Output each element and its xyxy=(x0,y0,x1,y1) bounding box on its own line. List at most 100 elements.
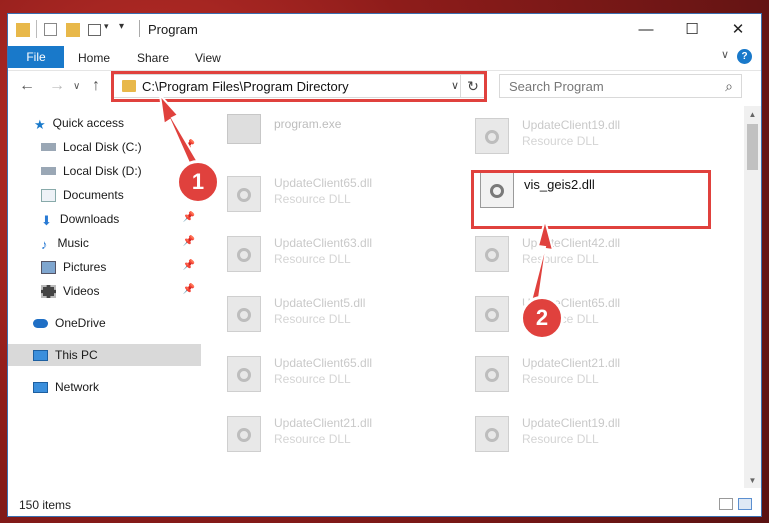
new-folder-icon[interactable] xyxy=(66,23,80,37)
sidebar-item-quick-access[interactable]: ★ Quick access xyxy=(8,112,201,134)
star-icon: ★ xyxy=(34,116,46,132)
file-item[interactable]: program.exe xyxy=(207,108,437,158)
forward-button[interactable]: → xyxy=(49,77,65,95)
sidebar-item-videos[interactable]: Videos 📌 xyxy=(8,280,201,302)
file-name: UpdateClient42.dll xyxy=(522,236,621,250)
file-item[interactable]: UpdateClient21.dll Resource DLL xyxy=(455,346,685,396)
file-type: Resource DLL xyxy=(522,432,599,446)
sidebar-item-local-d[interactable]: Local Disk (D:) 📌 xyxy=(8,160,201,182)
file-name: UpdateClient21.dll xyxy=(522,356,621,370)
status-bar: 150 items xyxy=(8,492,761,516)
step-badge-2: 2 xyxy=(520,296,564,340)
file-type: Resource DLL xyxy=(274,372,351,386)
file-type: Resource DLL xyxy=(274,312,351,326)
qa-separator xyxy=(36,20,37,38)
sidebar-item-onedrive[interactable]: OneDrive xyxy=(8,312,201,334)
sidebar-item-this-pc[interactable]: This PC xyxy=(8,344,201,366)
search-icon: ⌕ xyxy=(725,78,733,94)
scroll-down-arrow-icon[interactable]: ▼ xyxy=(744,472,761,488)
sidebar-item-local-c[interactable]: Local Disk (C:) 📌 xyxy=(8,136,201,158)
download-arrow-icon: ⬇ xyxy=(41,212,52,228)
minimize-button[interactable]: — xyxy=(623,14,669,44)
search-input[interactable]: Search Program xyxy=(509,79,604,94)
file-item[interactable]: UpdateClient65.dll Resource DLL xyxy=(207,166,437,216)
sidebar-item-label: Quick access xyxy=(52,116,125,130)
file-name: UpdateClient19.dll xyxy=(522,118,621,132)
file-item[interactable]: UpdateClient42.dll Resource DLL xyxy=(455,226,685,276)
ribbon-tabs: File Home Share View ∨ ? xyxy=(8,44,761,69)
scroll-up-arrow-icon[interactable]: ▲ xyxy=(744,106,761,122)
sidebar-item-label: Downloads xyxy=(59,212,120,226)
dll-gear-icon xyxy=(475,236,509,272)
file-item[interactable]: UpdateClient19.dll Resource DLL xyxy=(455,108,685,158)
sidebar-item-downloads[interactable]: ⬇ Downloads 📌 xyxy=(8,208,201,230)
view-options-icon[interactable] xyxy=(88,24,101,36)
drive-icon xyxy=(41,167,56,175)
ribbon-collapse-icon[interactable]: ∨ xyxy=(721,48,729,61)
sidebar-item-documents[interactable]: Documents 📌 xyxy=(8,184,201,206)
sidebar-item-label: Music xyxy=(57,236,89,250)
address-highlight-box xyxy=(111,71,487,102)
folder-icon xyxy=(16,23,30,37)
file-type: Resource DLL xyxy=(522,252,599,266)
file-name: UpdateClient63.dll xyxy=(274,236,373,250)
back-button[interactable]: ← xyxy=(19,77,35,95)
help-icon[interactable]: ? xyxy=(737,49,752,64)
file-name: UpdateClient19.dll xyxy=(522,416,621,430)
drive-icon xyxy=(41,143,56,151)
sidebar-item-pictures[interactable]: Pictures 📌 xyxy=(8,256,201,278)
item-count: 150 items xyxy=(19,498,72,512)
close-button[interactable]: ✕ xyxy=(715,14,761,44)
tab-home[interactable]: Home xyxy=(78,51,110,65)
dll-gear-icon xyxy=(475,356,509,392)
navigation-pane: ★ Quick access Local Disk (C:) 📌 Local D… xyxy=(8,106,201,488)
sidebar-item-network[interactable]: Network xyxy=(8,376,201,398)
scrollbar-thumb[interactable] xyxy=(747,124,758,170)
cloud-icon xyxy=(33,318,48,328)
sidebar-item-music[interactable]: ♪ Music 📌 xyxy=(8,232,201,254)
dll-gear-icon xyxy=(475,296,509,332)
properties-icon[interactable] xyxy=(44,23,57,36)
file-item[interactable]: UpdateClient65.dll Resource DLL xyxy=(207,346,437,396)
file-type: Resource DLL xyxy=(274,192,351,206)
dll-gear-icon xyxy=(227,236,261,272)
file-item[interactable]: UpdateClient21.dll Resource DLL xyxy=(207,406,437,456)
tab-share[interactable]: Share xyxy=(137,51,169,65)
file-item[interactable]: UpdateClient5.dll Resource DLL xyxy=(207,286,437,336)
file-type: Resource DLL xyxy=(274,252,351,266)
file-item[interactable]: UpdateClient63.dll Resource DLL xyxy=(207,226,437,276)
file-item[interactable]: UpdateClient65.dll Resource DLL xyxy=(455,286,685,336)
document-icon xyxy=(41,188,56,202)
network-icon xyxy=(33,381,48,393)
film-icon xyxy=(41,284,56,298)
dll-gear-icon xyxy=(475,416,509,452)
maximize-button[interactable]: ☐ xyxy=(669,14,715,44)
window-title: Program xyxy=(148,22,198,37)
chevron-down-icon[interactable]: ▾ xyxy=(104,21,109,39)
pin-icon[interactable]: 📌 xyxy=(183,284,195,295)
file-list: program.exe UpdateClient65.dll Resource … xyxy=(207,106,737,488)
file-item[interactable]: UpdateClient19.dll Resource DLL xyxy=(455,406,685,456)
file-name: UpdateClient5.dll xyxy=(274,296,366,310)
vertical-scrollbar[interactable]: ▲ ▼ xyxy=(744,106,761,488)
executable-icon xyxy=(227,114,261,144)
title-separator xyxy=(139,20,140,37)
title-bar: ▾ ▾ Program — ☐ ✕ xyxy=(8,14,761,44)
search-box[interactable]: Search Program ⌕ xyxy=(499,74,742,98)
tab-view[interactable]: View xyxy=(195,51,221,65)
pin-icon[interactable]: 📌 xyxy=(183,212,195,223)
sidebar-item-label: Videos xyxy=(63,284,100,298)
file-highlight-box xyxy=(471,170,711,229)
file-name: UpdateClient21.dll xyxy=(274,416,373,430)
pin-icon[interactable]: 📌 xyxy=(183,260,195,271)
customize-qa-icon[interactable]: ▾ xyxy=(119,21,124,39)
tab-file[interactable]: File xyxy=(8,46,64,68)
up-button[interactable]: ↑ xyxy=(92,77,100,95)
recent-locations-button[interactable]: ∨ xyxy=(73,81,80,92)
pin-icon[interactable]: 📌 xyxy=(183,236,195,247)
details-view-icon[interactable] xyxy=(719,498,733,510)
large-icons-view-icon[interactable] xyxy=(738,498,752,510)
file-name: UpdateClient65.dll xyxy=(274,356,373,370)
pin-icon[interactable]: 📌 xyxy=(183,140,195,151)
dll-gear-icon xyxy=(227,176,261,212)
